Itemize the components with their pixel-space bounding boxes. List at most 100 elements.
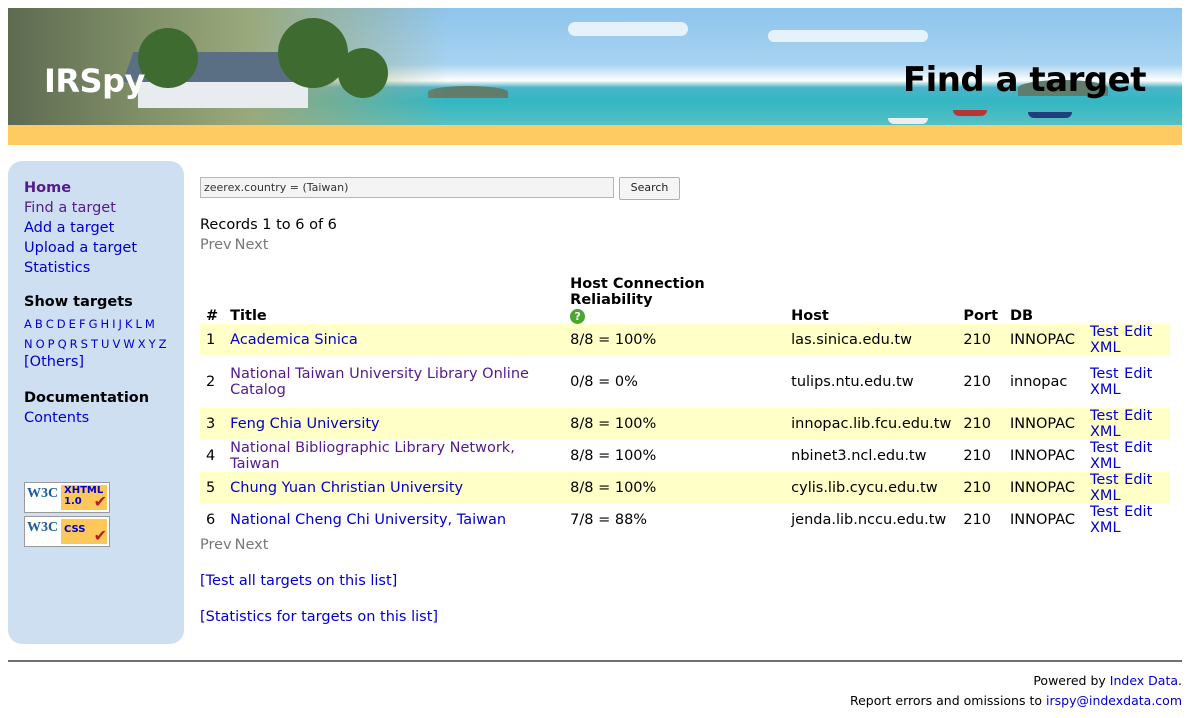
letter-link[interactable]: J — [119, 317, 122, 331]
edit-link[interactable]: Edit — [1124, 366, 1152, 382]
letter-link[interactable]: K — [125, 317, 133, 331]
footer-divider — [8, 660, 1182, 662]
port-cell: 210 — [963, 374, 992, 390]
test-link[interactable]: Test — [1090, 366, 1119, 382]
sidebar: Home Find a target Add a target Upload a… — [8, 161, 184, 644]
port-cell: 210 — [963, 448, 992, 464]
db-cell: INNOPAC — [1010, 448, 1075, 464]
nav-add-target-link[interactable]: Add a target — [24, 218, 137, 238]
target-title-link[interactable]: Chung Yuan Christian University — [230, 480, 463, 496]
row-number: 2 — [206, 374, 216, 390]
reliability-cell: 8/8 = 100% — [564, 472, 786, 504]
xml-link[interactable]: XML — [1090, 340, 1121, 356]
index-data-link[interactable]: Index Data — [1110, 673, 1178, 688]
actions-cell: Test Edit XML — [1084, 504, 1170, 536]
port-cell: 210 — [963, 512, 992, 528]
palm-tree-decoration — [138, 28, 198, 88]
col-header-db: DB — [1010, 308, 1034, 324]
target-title-link[interactable]: Academica Sinica — [230, 332, 358, 348]
test-link[interactable]: Test — [1090, 504, 1119, 520]
letters-row-1: ABCDEFGHIJKLM — [24, 314, 174, 334]
search-input[interactable] — [200, 177, 614, 198]
test-link[interactable]: Test — [1090, 324, 1119, 340]
email-link[interactable]: irspy@indexdata.com — [1046, 693, 1182, 708]
table-row: 3 Feng Chia University 8/8 = 100% innopa… — [200, 408, 1170, 440]
valid-css-badge[interactable]: W3C CSS ✔ — [24, 516, 110, 547]
letter-link[interactable]: U — [101, 337, 109, 351]
help-icon[interactable]: ? — [570, 309, 586, 324]
others-link[interactable]: [Others] — [24, 354, 84, 370]
contents-link[interactable]: Contents — [24, 410, 89, 426]
port-cell: 210 — [957, 324, 1004, 356]
nav-upload-target-link[interactable]: Upload a target — [24, 238, 137, 258]
records-count: Records 1 to 6 of 6 — [200, 217, 337, 233]
target-title-link[interactable]: National Taiwan University Library Onlin… — [230, 366, 529, 398]
xml-link[interactable]: XML — [1090, 382, 1121, 398]
search-button[interactable]: Search — [619, 177, 680, 200]
table-row: 6 National Cheng Chi University, Taiwan … — [200, 504, 1170, 536]
test-link[interactable]: Test — [1090, 408, 1119, 424]
host-cell: innopac.lib.fcu.edu.tw — [785, 408, 958, 440]
test-link[interactable]: Test — [1090, 440, 1119, 456]
db-cell: INNOPAC — [1010, 512, 1075, 528]
statistics-for-targets-link[interactable]: [Statistics for targets on this list] — [200, 609, 438, 625]
letter-link[interactable]: W — [123, 337, 134, 351]
letter-link[interactable]: Q — [58, 337, 67, 351]
edit-link[interactable]: Edit — [1124, 504, 1152, 520]
edit-link[interactable]: Edit — [1124, 440, 1152, 456]
table-row: 5 Chung Yuan Christian University 8/8 = … — [200, 472, 1170, 504]
nav-find-target-link[interactable]: Find a target — [24, 198, 137, 218]
letter-link[interactable]: N — [24, 337, 33, 351]
letter-link[interactable]: Z — [159, 337, 167, 351]
letter-link[interactable]: E — [69, 317, 76, 331]
host-cell: nbinet3.ncl.edu.tw — [791, 448, 927, 464]
xml-link[interactable]: XML — [1090, 424, 1121, 440]
edit-link[interactable]: Edit — [1124, 472, 1152, 488]
letter-link[interactable]: R — [70, 337, 78, 351]
letter-link[interactable]: M — [145, 317, 155, 331]
letter-link[interactable]: V — [112, 337, 120, 351]
nav-home-link[interactable]: Home — [24, 178, 137, 198]
letter-link[interactable]: X — [138, 337, 146, 351]
boat-decoration — [888, 118, 928, 124]
letter-link[interactable]: L — [136, 317, 142, 331]
test-link[interactable]: Test — [1090, 472, 1119, 488]
actions-cell: Test Edit XML — [1084, 324, 1170, 356]
db-cell: innopac — [1010, 374, 1068, 390]
letter-link[interactable]: I — [112, 317, 115, 331]
reliability-cell: 8/8 = 100% — [570, 448, 657, 464]
letter-link[interactable]: H — [100, 317, 109, 331]
xml-link[interactable]: XML — [1090, 488, 1121, 504]
target-title-link[interactable]: Feng Chia University — [230, 416, 379, 432]
cloud-decoration — [768, 30, 928, 42]
letter-link[interactable]: O — [36, 337, 45, 351]
db-cell: INNOPAC — [1004, 324, 1084, 356]
next-link: Next — [234, 237, 269, 253]
xml-link[interactable]: XML — [1090, 520, 1121, 536]
edit-link[interactable]: Edit — [1124, 324, 1152, 340]
letter-link[interactable]: T — [91, 337, 98, 351]
letter-link[interactable]: C — [46, 317, 54, 331]
nav-statistics-link[interactable]: Statistics — [24, 258, 137, 278]
target-title-link[interactable]: National Cheng Chi University, Taiwan — [230, 512, 506, 528]
letter-link[interactable]: S — [81, 337, 88, 351]
port-cell: 210 — [957, 472, 1004, 504]
w3c-logo-text: W3C — [27, 486, 59, 501]
letter-link[interactable]: D — [57, 317, 66, 331]
table-row: 1 Academica Sinica 8/8 = 100% las.sinica… — [200, 324, 1170, 356]
letter-link[interactable]: Y — [149, 337, 156, 351]
letter-link[interactable]: F — [79, 317, 86, 331]
letter-link[interactable]: B — [35, 317, 43, 331]
letter-link[interactable]: P — [48, 337, 55, 351]
host-cell: cylis.lib.cycu.edu.tw — [785, 472, 958, 504]
table-row: 2 National Taiwan University Library Onl… — [200, 356, 1170, 408]
edit-link[interactable]: Edit — [1124, 408, 1152, 424]
letter-link[interactable]: A — [24, 317, 32, 331]
valid-xhtml-badge[interactable]: W3C XHTML 1.0 ✔ — [24, 482, 110, 513]
letter-link[interactable]: G — [89, 317, 98, 331]
table-row: 4 National Bibliographic Library Network… — [200, 440, 1170, 472]
xml-link[interactable]: XML — [1090, 456, 1121, 472]
test-all-targets-link[interactable]: [Test all targets on this list] — [200, 573, 397, 589]
target-title-link[interactable]: National Bibliographic Library Network, … — [230, 440, 515, 472]
pager-bottom: Prev Next — [200, 537, 271, 553]
